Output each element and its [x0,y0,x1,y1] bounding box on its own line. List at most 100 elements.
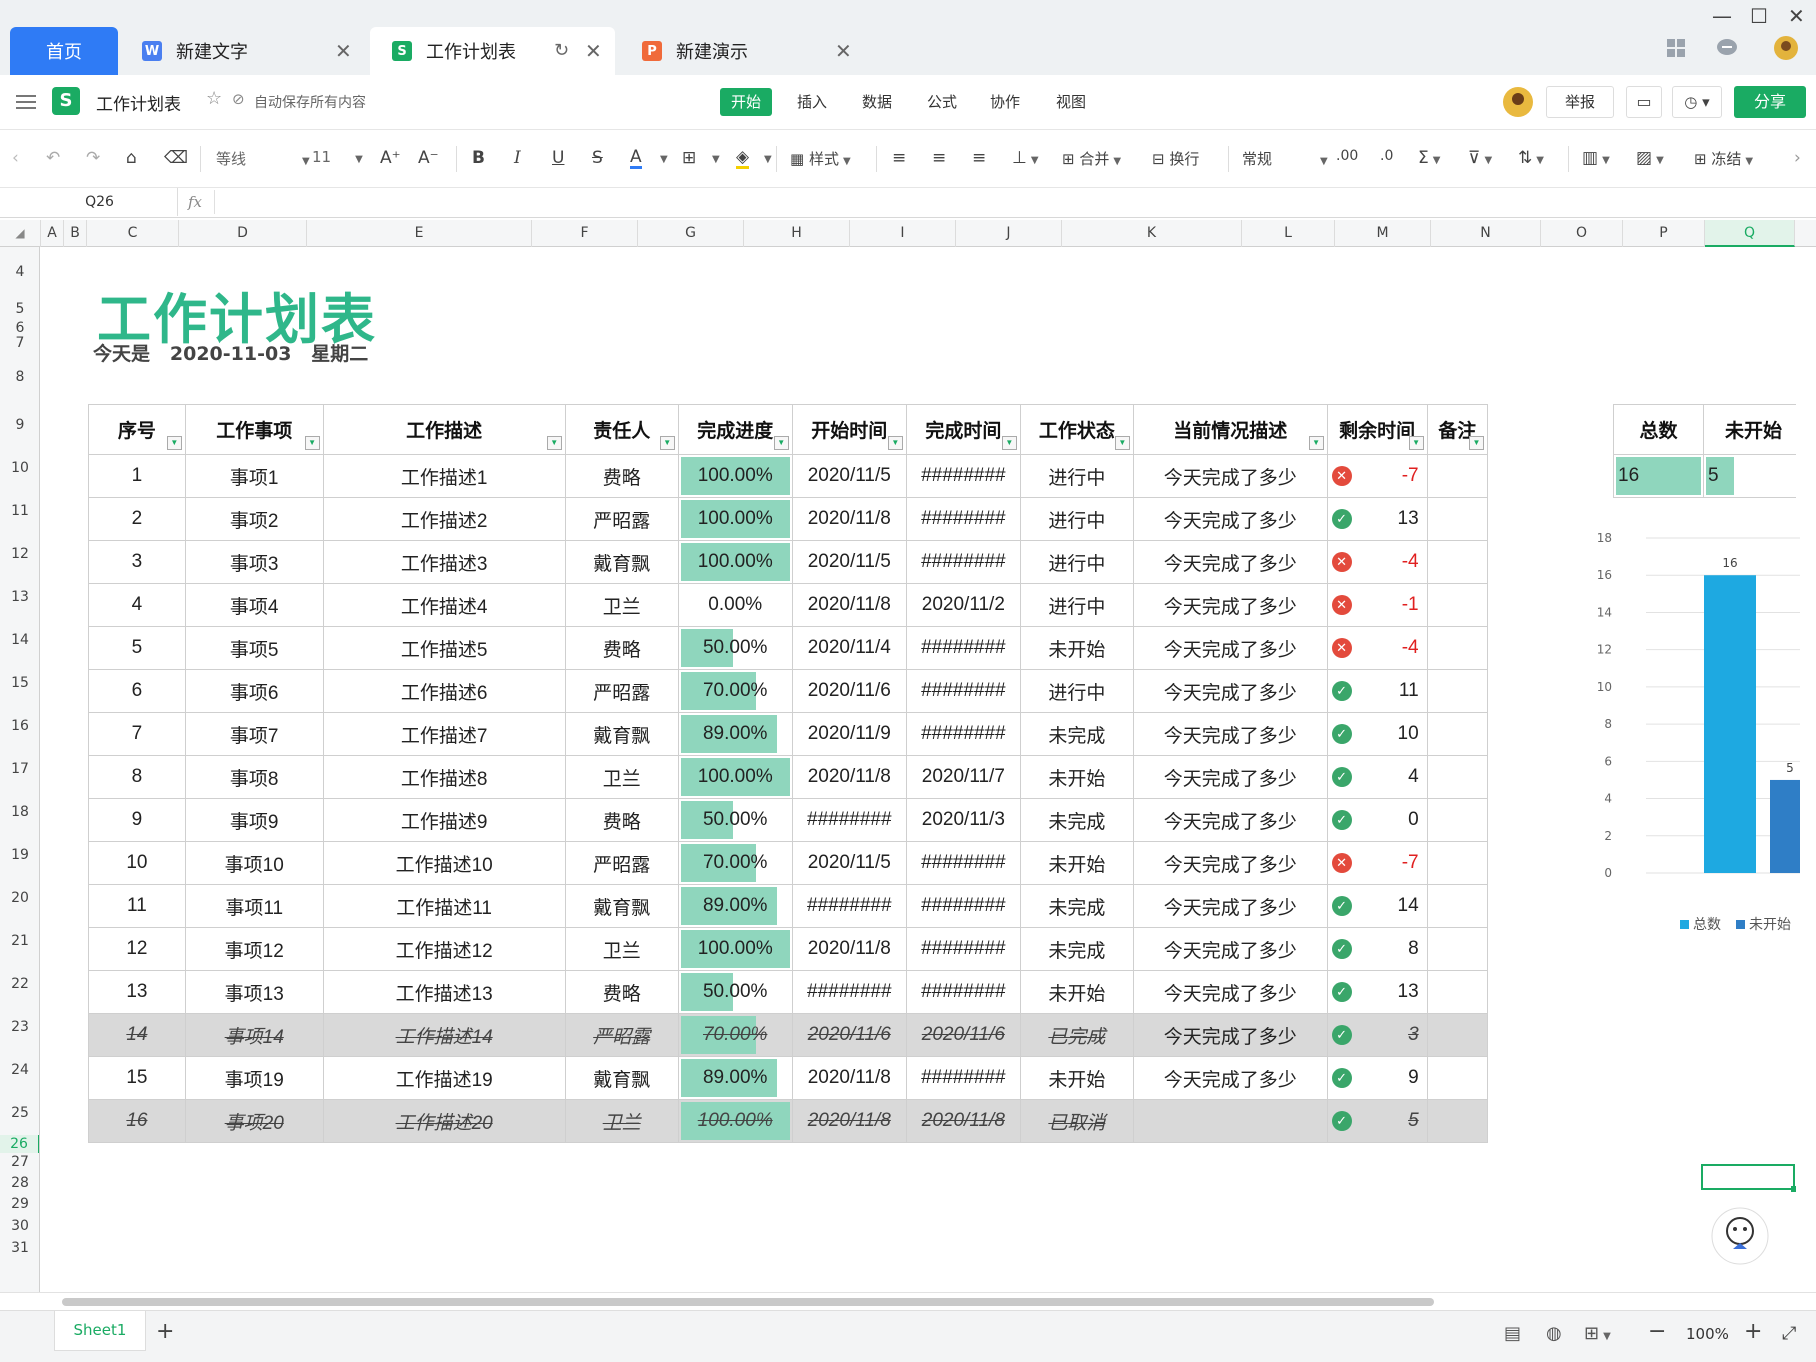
tab-presentation-doc[interactable]: P 新建演示 ✕ [620,27,865,75]
cell-no[interactable]: 15 [88,1056,186,1100]
cell-end[interactable]: ######## [905,841,1021,885]
cell-state[interactable]: 未完成 [1019,798,1134,842]
vertical-align-icon[interactable]: ⊥ ▼ [1012,148,1039,168]
cell-owner[interactable]: 卫兰 [564,583,679,627]
table-header-cell[interactable]: 备注 ▼ [1426,404,1489,455]
cell-state[interactable]: 进行中 [1019,669,1134,713]
cell-note[interactable]: 今天完成了多少 [1132,1056,1328,1100]
cell-remark[interactable] [1426,1099,1489,1143]
row-header-cell[interactable]: 29 [0,1194,39,1215]
cell-note[interactable]: 今天完成了多少 [1132,626,1328,670]
row-header-cell[interactable]: 16 [0,705,39,748]
cell-item[interactable]: 事项9 [184,798,324,842]
font-shrink-icon[interactable]: A⁻ [418,148,439,168]
row-header-cell[interactable]: 31 [0,1237,39,1259]
cell-start[interactable]: 2020/11/5 [791,454,907,498]
column-header-cell[interactable]: O [1541,220,1623,247]
cell-desc[interactable]: 工作描述8 [322,755,566,799]
tab-writer-doc[interactable]: W 新建文字 ✕ [120,27,365,75]
row-header-cell[interactable]: 30 [0,1215,39,1237]
filter-dropdown-icon[interactable]: ▼ [1001,436,1017,450]
menu-formula[interactable]: 公式 [927,91,957,112]
chart-icon[interactable]: ▥ ▼ [1582,148,1610,168]
cell-owner[interactable]: 戴育飘 [564,540,679,584]
align-center-icon[interactable]: ≡ [932,148,946,168]
collaborator-avatar[interactable] [1503,87,1533,117]
undo-icon[interactable]: ↶ [46,148,60,168]
table-header-cell[interactable]: 完成时间 ▼ [905,404,1021,455]
cell-end[interactable]: 2020/11/6 [905,1013,1021,1057]
cell-remaining[interactable]: ✓ 14 [1326,884,1428,928]
cell-item[interactable]: 事项8 [184,755,324,799]
row-header-cell[interactable]: 10 [0,447,39,490]
cell-note[interactable]: 今天完成了多少 [1132,884,1328,928]
cell-progress[interactable]: 70.00% [677,1013,793,1057]
cell-state[interactable]: 进行中 [1019,583,1134,627]
zoom-in-icon[interactable]: + [1744,1319,1762,1344]
cell-remark[interactable] [1426,755,1489,799]
filter-dropdown-icon[interactable]: ▼ [166,436,182,450]
table-header-cell[interactable]: 责任人 ▼ [564,404,679,455]
row-header-cell[interactable]: 14 [0,619,39,662]
column-header-cell[interactable]: M [1335,220,1431,247]
cell-remark[interactable] [1426,1013,1489,1057]
minimize-icon[interactable]: — [1712,4,1732,28]
cell-no[interactable]: 3 [88,540,186,584]
cell-note[interactable]: 今天完成了多少 [1132,669,1328,713]
cell-remark[interactable] [1426,712,1489,756]
cell-no[interactable]: 13 [88,970,186,1014]
cell-end[interactable]: ######## [905,1056,1021,1100]
cell-progress[interactable]: 100.00% [677,927,793,971]
cell-note[interactable]: 今天完成了多少 [1132,454,1328,498]
cell-desc[interactable]: 工作描述4 [322,583,566,627]
cell-remaining[interactable]: ✕ -7 [1326,841,1428,885]
cell-item[interactable]: 事项14 [184,1013,324,1057]
filter-dropdown-icon[interactable]: ▼ [1469,436,1484,450]
cell-remark[interactable] [1426,970,1489,1014]
cell-progress[interactable]: 50.00% [677,626,793,670]
cell-progress[interactable]: 100.00% [677,755,793,799]
bold-icon[interactable]: B [472,148,485,168]
cell-start[interactable]: ######## [791,884,907,928]
cell-end[interactable]: ######## [905,669,1021,713]
table-header-cell[interactable]: 序号 ▼ [88,404,186,455]
borders-dropdown[interactable]: ▼ [712,154,720,165]
column-header-cell[interactable]: Q [1705,220,1795,247]
cell-desc[interactable]: 工作描述11 [322,884,566,928]
horizontal-scrollbar[interactable] [62,1298,1434,1306]
align-left-icon[interactable]: ≡ [892,148,906,168]
merge-button[interactable]: ⊞ 合并 ▼ [1062,148,1121,169]
cell-progress[interactable]: 0.00% [677,583,793,627]
row-header-cell[interactable]: 22 [0,963,39,1006]
cell-item[interactable]: 事项19 [184,1056,324,1100]
table-header-cell[interactable]: 工作事项 ▼ [184,404,324,455]
cell-owner[interactable]: 费略 [564,454,679,498]
row-header-cell[interactable]: 23 [0,1006,39,1049]
cell-item[interactable]: 事项12 [184,927,324,971]
font-grow-icon[interactable]: A⁺ [380,148,401,168]
table-header-cell[interactable]: 完成进度 ▼ [677,404,793,455]
row-header-cell[interactable]: 4 [0,250,39,294]
cell-desc[interactable]: 工作描述7 [322,712,566,756]
filter-dropdown-icon[interactable]: ▼ [1308,436,1324,450]
menu-collab[interactable]: 协作 [990,91,1020,112]
cell-no[interactable]: 14 [88,1013,186,1057]
cell-item[interactable]: 事项11 [184,884,324,928]
cell-remark[interactable] [1426,626,1489,670]
cell-owner[interactable]: 戴育飘 [564,1056,679,1100]
row-header-cell[interactable]: 9 [0,404,39,447]
row-header-cell[interactable]: 27 [0,1153,39,1172]
cell-desc[interactable]: 工作描述20 [322,1099,566,1143]
cell-progress[interactable]: 89.00% [677,712,793,756]
cell-remaining[interactable]: ✕ -1 [1326,583,1428,627]
row-header-cell[interactable]: 8 [0,351,39,404]
cell-state[interactable]: 未开始 [1019,1056,1134,1100]
cell-progress[interactable]: 89.00% [677,884,793,928]
cell-remaining[interactable]: ✓ 8 [1326,927,1428,971]
user-avatar[interactable] [1774,36,1798,60]
cell-state[interactable]: 进行中 [1019,540,1134,584]
cell-owner[interactable]: 费略 [564,626,679,670]
align-right-icon[interactable]: ≡ [972,148,986,168]
cell-end[interactable]: ######## [905,626,1021,670]
cell-no[interactable]: 5 [88,626,186,670]
